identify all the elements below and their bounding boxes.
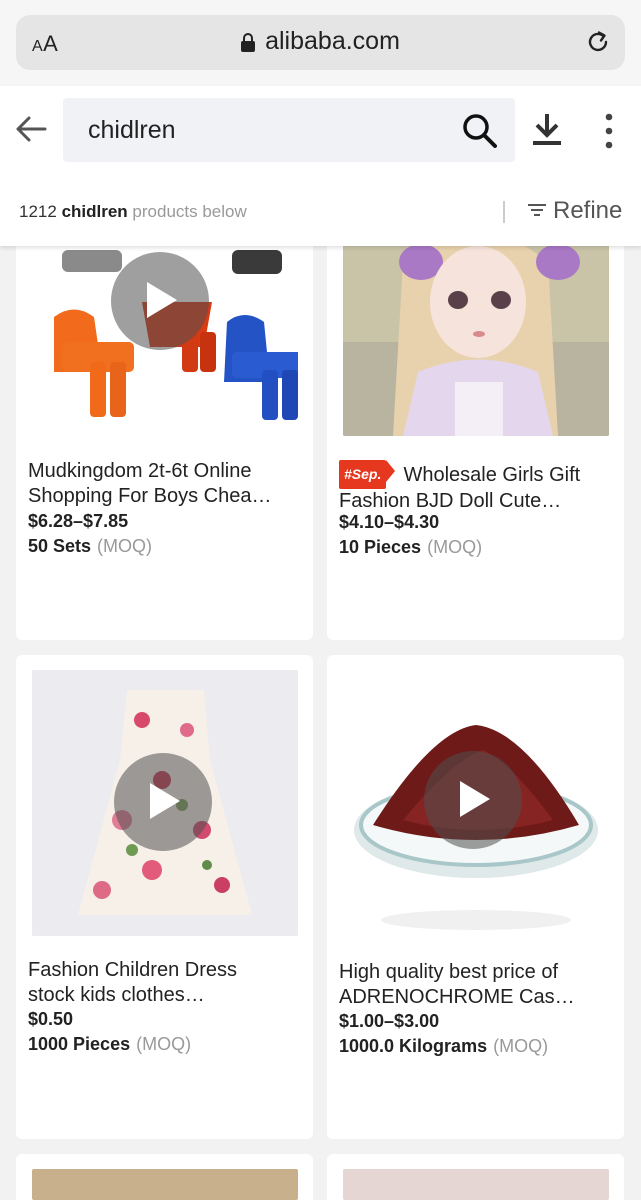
title-text: Wholesale Girls Gift xyxy=(403,464,581,486)
product-title[interactable]: Mudkingdom 2t-6t Online Shopping For Boy… xyxy=(28,459,308,509)
product-price: $6.28–$7.85 xyxy=(28,511,129,531)
refine-button[interactable]: Refine xyxy=(528,197,622,225)
title-line: Mudkingdom 2t-6t Online xyxy=(28,460,252,482)
search-query-text: chidlren xyxy=(88,116,176,144)
result-keyword: chidlren xyxy=(61,202,128,221)
back-arrow-icon[interactable] xyxy=(14,112,48,146)
moq-label: (MOQ) xyxy=(427,537,483,557)
moq-quantity: 1000.0 Kilograms xyxy=(339,1036,488,1056)
product-title[interactable]: Fashion Children Dress stock kids clothe… xyxy=(28,958,308,1008)
lock-icon xyxy=(241,33,256,52)
product-moq: 1000.0 Kilograms (MOQ) xyxy=(339,1036,548,1057)
title-line: Fashion Children Dress xyxy=(28,959,237,981)
url-text: alibaba.com xyxy=(265,27,400,55)
product-card[interactable] xyxy=(16,1154,313,1200)
title-line: #Sep. Wholesale Girls Gift xyxy=(339,460,619,489)
video-play-button[interactable] xyxy=(114,753,212,851)
title-line: ADRENOCHROME Cas… xyxy=(339,986,575,1008)
filter-icon xyxy=(528,204,546,216)
title-line: Fashion BJD Doll Cute… xyxy=(339,490,562,512)
product-moq: 10 Pieces (MOQ) xyxy=(339,537,482,558)
play-icon xyxy=(460,781,490,817)
product-price: $4.10–$4.30 xyxy=(339,512,440,532)
play-icon xyxy=(150,783,180,819)
product-card[interactable]: High quality best price of ADRENOCHROME … xyxy=(327,655,624,1139)
refine-label: Refine xyxy=(553,197,623,224)
search-icon[interactable] xyxy=(461,112,499,150)
product-image[interactable] xyxy=(343,1169,609,1200)
result-count: 1212 xyxy=(19,202,57,221)
moq-label: (MOQ) xyxy=(136,1034,192,1054)
title-line: stock kids clothes… xyxy=(28,984,205,1006)
play-icon xyxy=(147,282,177,318)
product-moq: 50 Sets (MOQ) xyxy=(28,536,152,557)
search-header: chidlren 1212 chidlren products below Re… xyxy=(0,86,641,246)
moq-label: (MOQ) xyxy=(493,1036,549,1056)
title-line: High quality best price of xyxy=(339,961,559,983)
doll-image xyxy=(343,222,609,436)
download-icon[interactable] xyxy=(530,112,564,148)
product-price: $1.00–$3.00 xyxy=(339,1011,440,1031)
more-options-icon[interactable] xyxy=(600,112,618,150)
product-card[interactable]: Mudkingdom 2t-6t Online Shopping For Boy… xyxy=(16,222,313,640)
product-card[interactable]: #Sep. Wholesale Girls Gift Fashion BJD D… xyxy=(327,222,624,640)
promo-badge: #Sep. xyxy=(339,460,396,489)
video-play-button[interactable] xyxy=(424,751,522,849)
video-play-button[interactable] xyxy=(111,252,209,350)
search-input[interactable]: chidlren xyxy=(63,98,515,162)
url-field[interactable]: AA alibaba.com xyxy=(16,15,625,70)
product-title[interactable]: #Sep. Wholesale Girls Gift Fashion BJD D… xyxy=(339,460,619,514)
product-price: $0.50 xyxy=(28,1009,74,1029)
product-image[interactable] xyxy=(343,222,609,436)
result-summary: 1212 chidlren products below xyxy=(19,202,247,222)
moq-quantity: 10 Pieces xyxy=(339,537,422,557)
result-suffix: products below xyxy=(132,202,247,221)
product-moq: 1000 Pieces (MOQ) xyxy=(28,1034,191,1055)
reload-icon[interactable] xyxy=(585,29,611,55)
title-line: Shopping For Boys Chea… xyxy=(28,485,272,507)
moq-label: (MOQ) xyxy=(97,536,153,556)
product-image[interactable] xyxy=(32,1169,298,1200)
url-display[interactable]: alibaba.com xyxy=(16,27,625,56)
product-title[interactable]: High quality best price of ADRENOCHROME … xyxy=(339,960,619,1010)
moq-quantity: 50 Sets xyxy=(28,536,92,556)
divider xyxy=(503,201,505,223)
browser-address-bar: AA alibaba.com xyxy=(0,0,641,86)
product-card[interactable] xyxy=(327,1154,624,1200)
moq-quantity: 1000 Pieces xyxy=(28,1034,131,1054)
product-card[interactable]: Fashion Children Dress stock kids clothe… xyxy=(16,655,313,1139)
